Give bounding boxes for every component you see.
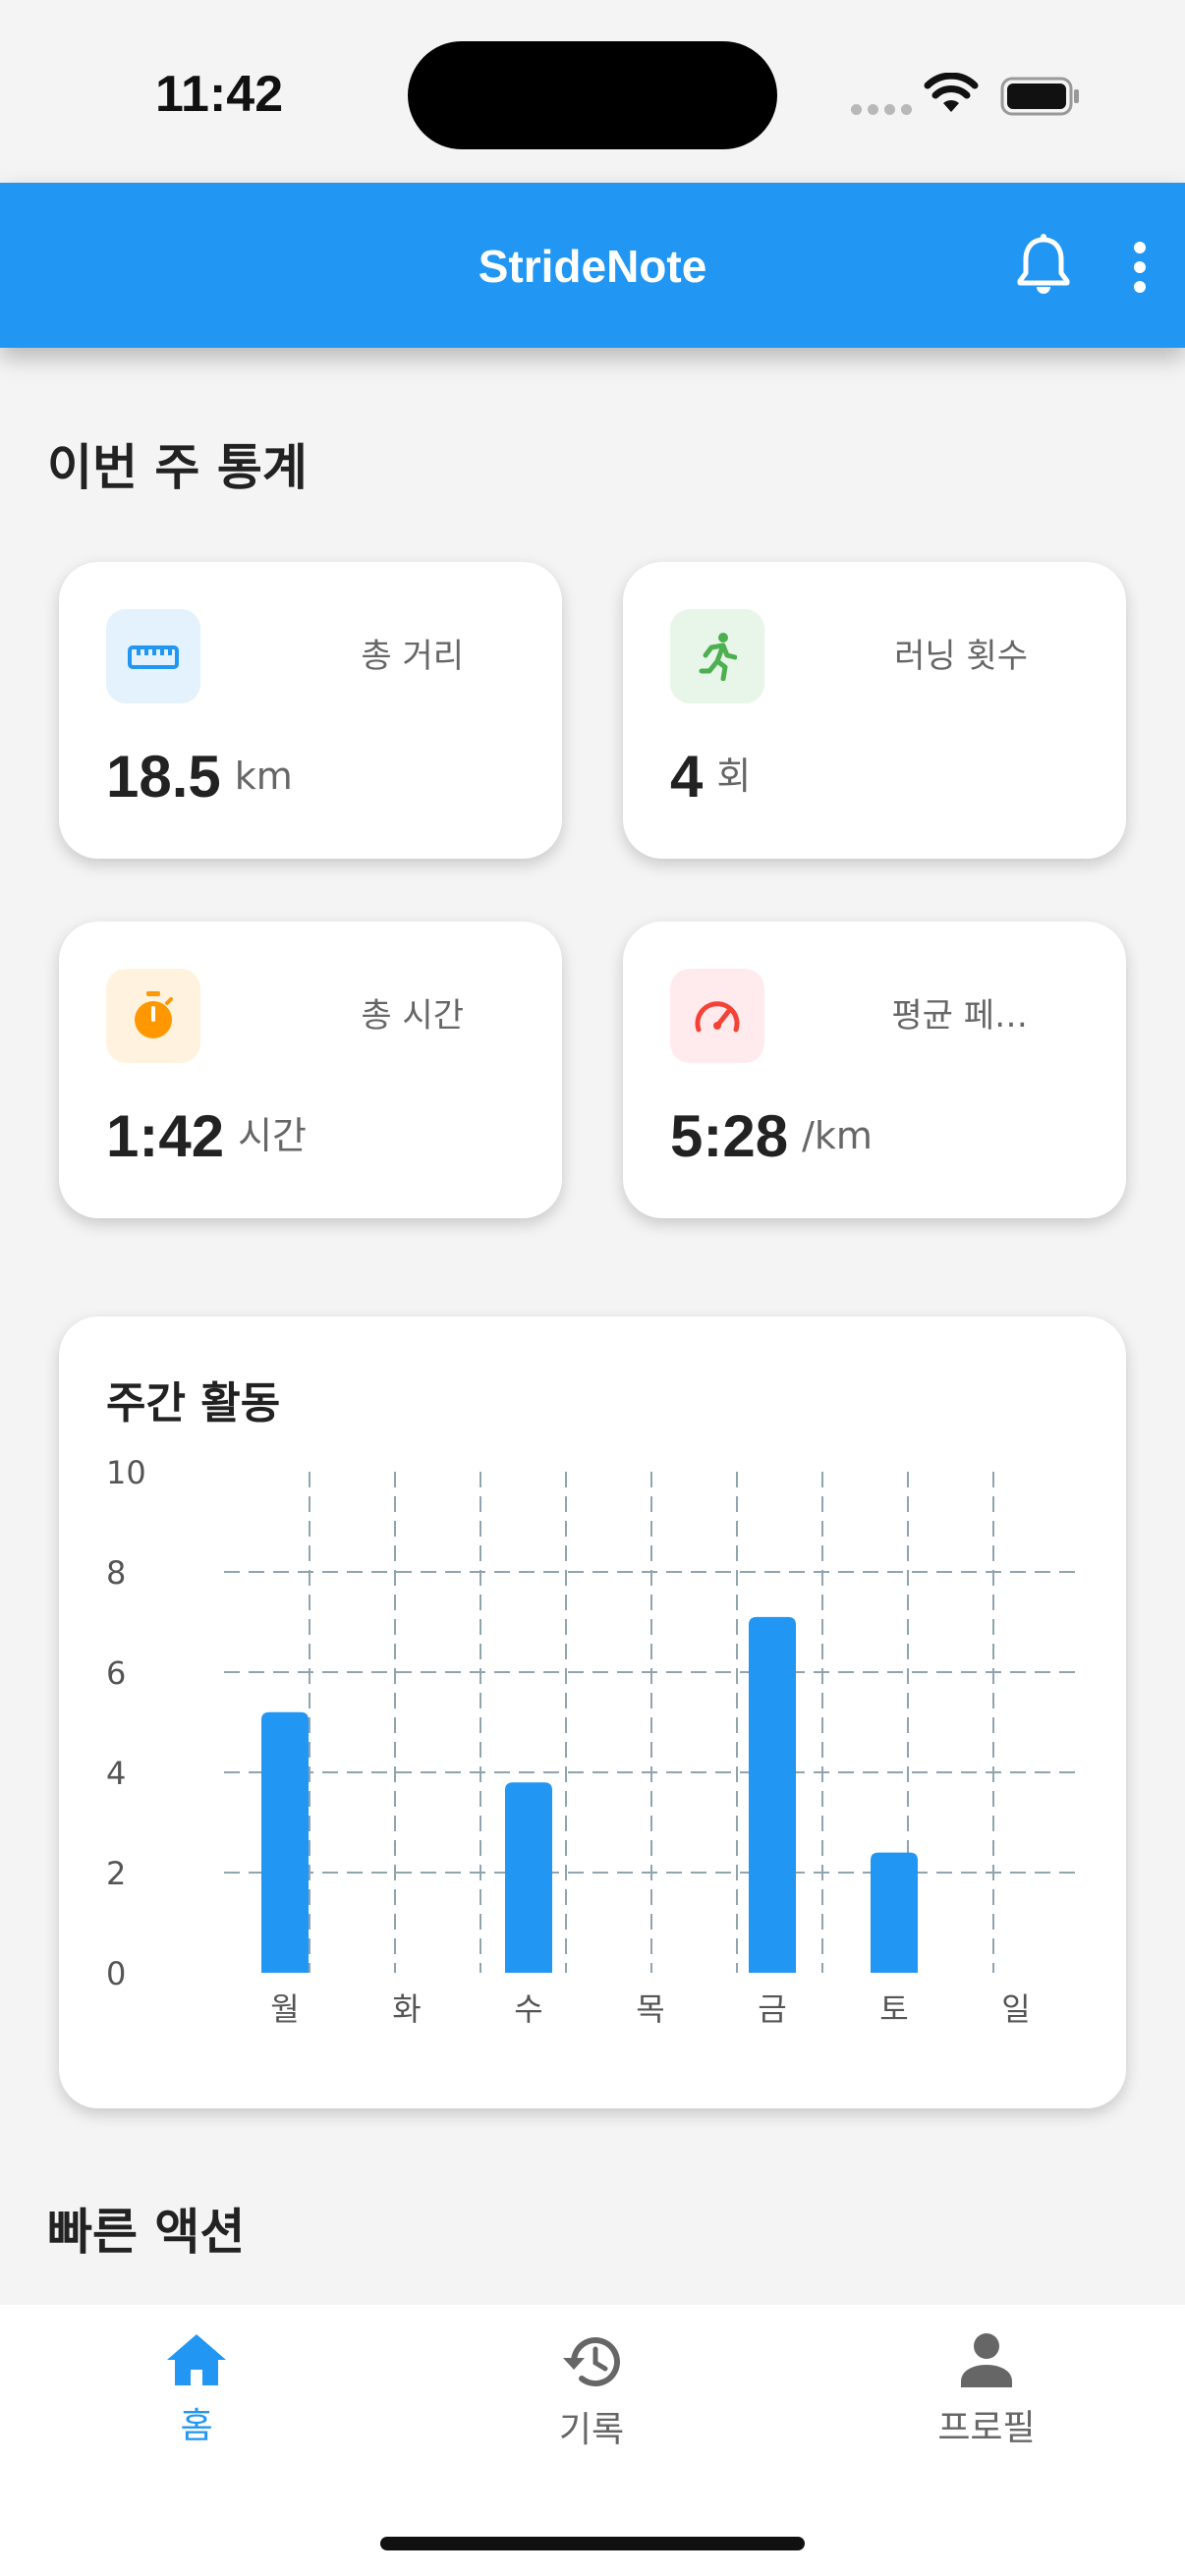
y-tick-label: 8 bbox=[106, 1554, 126, 1592]
weekly-activity-card: 주간 활동 0 2 4 6 8 10 월 화 수 목 금 토 일 bbox=[59, 1316, 1126, 2108]
speedometer-icon bbox=[670, 969, 764, 1063]
profile-icon bbox=[961, 2333, 1012, 2387]
x-tick-label: 금 bbox=[758, 1990, 786, 2028]
stat-label: 총 거리 bbox=[361, 637, 464, 676]
x-tick-label: 수 bbox=[514, 1990, 542, 2028]
cellular-signal-icon bbox=[851, 104, 912, 115]
weekly-stats-title: 이번 주 통계 bbox=[47, 439, 308, 496]
stat-label: 총 시간 bbox=[361, 996, 464, 1036]
bar bbox=[505, 1782, 552, 1973]
stat-unit: 회 bbox=[716, 755, 752, 798]
nav-item-profile[interactable]: 프로필 bbox=[888, 2332, 1085, 2450]
quick-actions-title: 빠른 액션 bbox=[47, 2204, 246, 2261]
home-indicator bbox=[380, 2537, 805, 2550]
ruler-icon bbox=[106, 609, 200, 703]
status-time: 11:42 bbox=[155, 66, 284, 123]
nav-label-profile: 프로필 bbox=[937, 2408, 1036, 2448]
stat-unit: /km bbox=[802, 1114, 873, 1157]
y-tick-label: 4 bbox=[106, 1755, 126, 1792]
stat-card-distance[interactable]: 총 거리 18.5 km bbox=[59, 562, 562, 859]
nav-item-home[interactable]: 홈 bbox=[98, 2332, 295, 2448]
x-tick-label: 월 bbox=[270, 1990, 299, 2028]
stat-value: 1:42 bbox=[106, 1103, 225, 1169]
stat-card-avg-pace[interactable]: 평균 페… 5:28 /km bbox=[623, 922, 1126, 1218]
history-icon bbox=[563, 2337, 620, 2387]
nav-item-history[interactable]: 기록 bbox=[493, 2332, 690, 2452]
x-tick-label: 일 bbox=[1001, 1990, 1030, 2028]
y-tick-label: 0 bbox=[106, 1955, 126, 1992]
stat-value: 18.5 bbox=[106, 744, 221, 810]
bar bbox=[871, 1852, 918, 1973]
stat-unit: km bbox=[234, 755, 293, 798]
status-bar: 11:42 bbox=[0, 0, 1185, 183]
stat-card-total-time[interactable]: 총 시간 1:42 시간 bbox=[59, 922, 562, 1218]
dynamic-island bbox=[408, 41, 777, 149]
x-tick-label: 화 bbox=[392, 1990, 421, 2028]
x-tick-label: 목 bbox=[636, 1990, 664, 2028]
stat-card-run-count[interactable]: 러닝 횟수 4 회 bbox=[623, 562, 1126, 859]
stat-label: 평균 페… bbox=[891, 996, 1028, 1036]
nav-label-home: 홈 bbox=[180, 2406, 213, 2446]
y-tick-label: 10 bbox=[106, 1454, 146, 1491]
x-tick-label: 토 bbox=[879, 1990, 908, 2028]
stat-value: 5:28 bbox=[670, 1103, 789, 1169]
wifi-icon bbox=[924, 73, 979, 112]
bar bbox=[261, 1711, 309, 1973]
app-title: StrideNote bbox=[478, 241, 707, 292]
bell-icon[interactable] bbox=[1015, 234, 1072, 297]
app-bar: StrideNote bbox=[0, 183, 1185, 348]
stat-label: 러닝 횟수 bbox=[894, 637, 1028, 676]
nav-label-history: 기록 bbox=[558, 2410, 625, 2450]
bottom-nav: 홈 기록 프로필 bbox=[0, 2305, 1185, 2576]
more-vert-icon[interactable] bbox=[1130, 240, 1150, 295]
y-tick-label: 6 bbox=[106, 1654, 126, 1692]
stat-value: 4 bbox=[670, 744, 704, 810]
weekly-activity-chart: 0 2 4 6 8 10 월 화 수 목 금 토 일 bbox=[106, 1454, 1081, 2028]
battery-icon bbox=[1000, 77, 1079, 116]
home-icon bbox=[167, 2334, 226, 2385]
running-icon bbox=[670, 609, 764, 703]
bar bbox=[749, 1616, 796, 1973]
y-tick-label: 2 bbox=[106, 1855, 126, 1892]
stopwatch-icon bbox=[106, 969, 200, 1063]
stat-unit: 시간 bbox=[238, 1114, 308, 1157]
